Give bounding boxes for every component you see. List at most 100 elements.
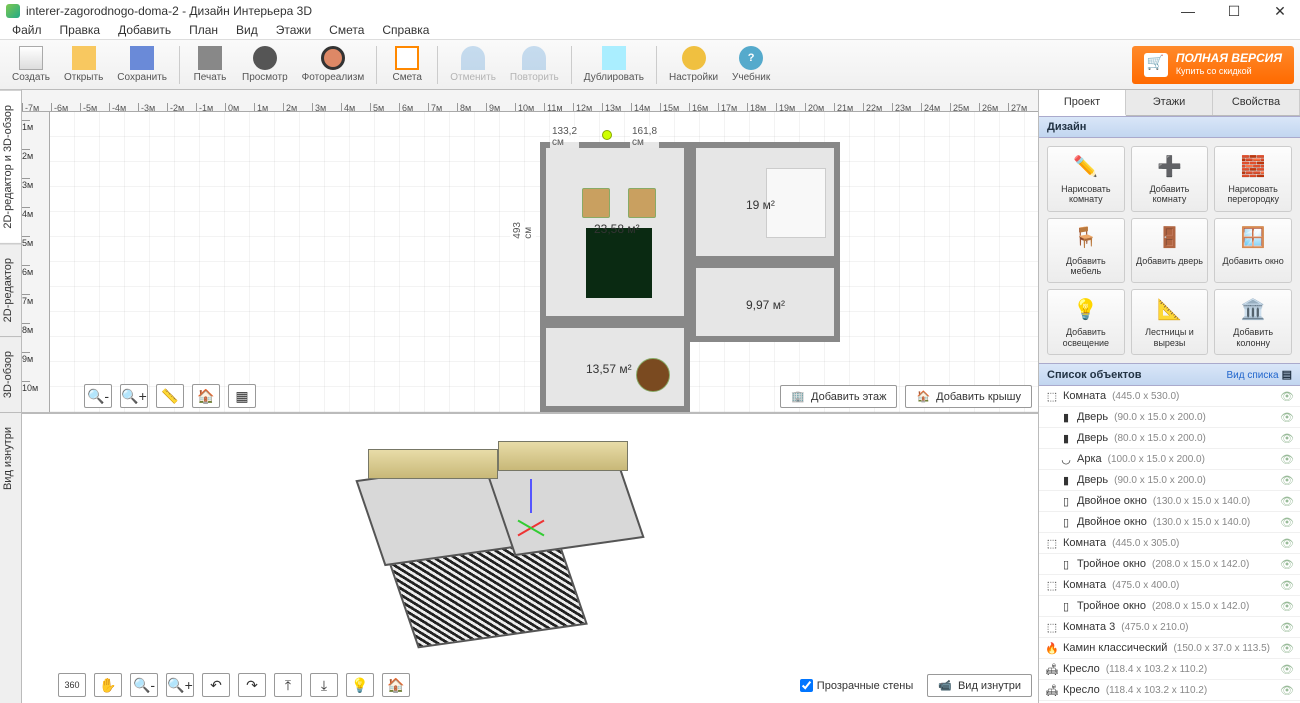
grid-snap-button[interactable]: ▦ <box>228 384 256 408</box>
pan-tool-button[interactable]: ✋ <box>94 673 122 697</box>
object-row[interactable]: ◡Арка(100.0 x 15.0 x 200.0)👁 <box>1039 449 1300 470</box>
selection-handle[interactable] <box>602 130 612 140</box>
tilt-down-button[interactable]: ⤓ <box>310 673 338 697</box>
view-3d[interactable]: 360 ✋ 🔍- 🔍+ ↶ ↷ ⤒ ⤓ 💡 🏠 Прозрачные стены… <box>22 412 1038 703</box>
add-door-button[interactable]: 🚪Добавить дверь <box>1131 218 1209 284</box>
rotate-ccw-button[interactable]: ↶ <box>202 673 230 697</box>
inside-view-button[interactable]: 📹Вид изнутри <box>927 674 1032 697</box>
panel-tab-2[interactable]: Свойства <box>1213 90 1300 115</box>
object-row[interactable]: ▯Двойное окно(130.0 x 15.0 x 140.0)👁 <box>1039 512 1300 533</box>
panel-tab-0[interactable]: Проект <box>1039 90 1126 116</box>
object-row[interactable]: 🔥Камин классический(150.0 x 37.0 x 113.5… <box>1039 638 1300 659</box>
duplicate-button[interactable]: Дублировать <box>578 42 650 88</box>
visibility-toggle-icon[interactable]: 👁 <box>1280 600 1294 613</box>
add-window-button[interactable]: 🪟Добавить окно <box>1214 218 1292 284</box>
photoreal-button[interactable]: Фотореализм <box>296 42 371 88</box>
menu-вид[interactable]: Вид <box>228 22 266 39</box>
tutorial-button[interactable]: ?Учебник <box>726 42 776 88</box>
view-tab[interactable]: Вид изнутри <box>0 412 21 504</box>
room-living[interactable]: 23,58 м² <box>540 142 690 322</box>
view-tab[interactable]: 2D-редактор и 3D-обзор <box>0 90 21 243</box>
minimize-button[interactable]: — <box>1174 3 1202 20</box>
menu-справка[interactable]: Справка <box>374 22 437 39</box>
stairs-button[interactable]: 📐Лестницы и вырезы <box>1131 289 1209 355</box>
visibility-toggle-icon[interactable]: 👁 <box>1280 516 1294 529</box>
object-row[interactable]: ⬚Комната 3(475.0 x 210.0)👁 <box>1039 617 1300 638</box>
object-row[interactable]: ⬚Комната(445.0 x 305.0)👁 <box>1039 533 1300 554</box>
maximize-button[interactable]: ☐ <box>1220 3 1248 20</box>
add-light-button[interactable]: 💡Добавить освещение <box>1047 289 1125 355</box>
home-3d-button[interactable]: 🏠 <box>382 673 410 697</box>
visibility-toggle-icon[interactable]: 👁 <box>1280 432 1294 445</box>
add-roof-button[interactable]: 🏠Добавить крышу <box>905 385 1032 408</box>
rotate-cw-button[interactable]: ↷ <box>238 673 266 697</box>
zoom-in-button[interactable]: 🔍+ <box>120 384 148 408</box>
bed[interactable] <box>766 168 826 238</box>
armchair[interactable] <box>582 188 610 218</box>
visibility-toggle-icon[interactable]: 👁 <box>1280 453 1294 466</box>
close-button[interactable]: ✕ <box>1266 3 1294 20</box>
save-button[interactable]: Сохранить <box>111 42 173 88</box>
visibility-toggle-icon[interactable]: 👁 <box>1280 663 1294 676</box>
lighting-toggle-button[interactable]: 💡 <box>346 673 374 697</box>
visibility-toggle-icon[interactable]: 👁 <box>1280 474 1294 487</box>
buy-full-version-button[interactable]: ПОЛНАЯ ВЕРСИЯ Купить со скидкой <box>1132 46 1294 84</box>
canvas-2d[interactable]: 23,58 м² 19 м² 9,97 м² 13,57 м² <box>50 112 1038 412</box>
add-floor-button[interactable]: 🏢Добавить этаж <box>780 385 897 408</box>
estimate-button[interactable]: Смета <box>383 42 431 88</box>
print-button[interactable]: Печать <box>186 42 234 88</box>
menu-файл[interactable]: Файл <box>4 22 50 39</box>
measure-tool-button[interactable]: 📏 <box>156 384 184 408</box>
visibility-toggle-icon[interactable]: 👁 <box>1280 390 1294 403</box>
add-room-button[interactable]: ➕Добавить комнату <box>1131 146 1209 212</box>
menu-этажи[interactable]: Этажи <box>268 22 319 39</box>
isometric-model[interactable] <box>360 429 700 669</box>
visibility-toggle-icon[interactable]: 👁 <box>1280 411 1294 424</box>
room-small[interactable]: 9,97 м² <box>690 262 840 342</box>
visibility-toggle-icon[interactable]: 👁 <box>1280 537 1294 550</box>
menu-план[interactable]: План <box>181 22 226 39</box>
home-view-button[interactable]: 🏠 <box>192 384 220 408</box>
view-tab[interactable]: 3D-обзор <box>0 336 21 412</box>
view-tab[interactable]: 2D-редактор <box>0 243 21 336</box>
view-360-button[interactable]: 360 <box>58 673 86 697</box>
object-row[interactable]: ▯Тройное окно(208.0 x 15.0 x 142.0)👁 <box>1039 554 1300 575</box>
object-row[interactable]: ▯Двойное окно(130.0 x 15.0 x 140.0)👁 <box>1039 491 1300 512</box>
add-column-button[interactable]: 🏛️Добавить колонну <box>1214 289 1292 355</box>
object-row[interactable]: ⬚Комната(475.0 x 400.0)👁 <box>1039 575 1300 596</box>
menu-правка[interactable]: Правка <box>52 22 109 39</box>
room-kitchen[interactable]: 13,57 м² <box>540 322 690 412</box>
object-row[interactable]: 🛋Кресло(118.4 x 103.2 x 110.2)👁 <box>1039 680 1300 701</box>
zoom-out-button[interactable]: 🔍- <box>84 384 112 408</box>
visibility-toggle-icon[interactable]: 👁 <box>1280 558 1294 571</box>
visibility-toggle-icon[interactable]: 👁 <box>1280 579 1294 592</box>
object-row[interactable]: 🛋Кресло(118.4 x 103.2 x 110.2)👁 <box>1039 659 1300 680</box>
object-row[interactable]: ▮Дверь(80.0 x 15.0 x 200.0)👁 <box>1039 428 1300 449</box>
visibility-toggle-icon[interactable]: 👁 <box>1280 642 1294 655</box>
visibility-toggle-icon[interactable]: 👁 <box>1280 684 1294 697</box>
zoom-in-3d-button[interactable]: 🔍+ <box>166 673 194 697</box>
armchair[interactable] <box>628 188 656 218</box>
tilt-up-button[interactable]: ⤒ <box>274 673 302 697</box>
view-2d[interactable]: 1м2м3м4м5м6м7м8м9м10м 23,58 м² 19 м² <box>22 112 1038 412</box>
object-row[interactable]: ▮Дверь(90.0 x 15.0 x 200.0)👁 <box>1039 407 1300 428</box>
open-button[interactable]: Открыть <box>58 42 109 88</box>
panel-tab-1[interactable]: Этажи <box>1126 90 1213 115</box>
zoom-out-3d-button[interactable]: 🔍- <box>130 673 158 697</box>
visibility-toggle-icon[interactable]: 👁 <box>1280 495 1294 508</box>
list-icon[interactable]: ▤ <box>1282 369 1292 381</box>
settings-button[interactable]: Настройки <box>663 42 724 88</box>
room-bedroom[interactable]: 19 м² <box>690 142 840 262</box>
add-furniture-button[interactable]: 🪑Добавить мебель <box>1047 218 1125 284</box>
transparent-walls-checkbox[interactable]: Прозрачные стены <box>800 679 913 692</box>
menu-добавить[interactable]: Добавить <box>110 22 179 39</box>
draw-partition-button[interactable]: 🧱Нарисовать перегородку <box>1214 146 1292 212</box>
object-list[interactable]: ⬚Комната(445.0 x 530.0)👁▮Дверь(90.0 x 15… <box>1039 386 1300 703</box>
preview-button[interactable]: Просмотр <box>236 42 294 88</box>
object-row[interactable]: ▮Дверь(90.0 x 15.0 x 200.0)👁 <box>1039 470 1300 491</box>
table[interactable] <box>636 358 670 392</box>
create-button[interactable]: Создать <box>6 42 56 88</box>
draw-room-button[interactable]: ✏️Нарисовать комнату <box>1047 146 1125 212</box>
object-row[interactable]: ▯Тройное окно(208.0 x 15.0 x 142.0)👁 <box>1039 596 1300 617</box>
object-row[interactable]: ⬚Комната(445.0 x 530.0)👁 <box>1039 386 1300 407</box>
